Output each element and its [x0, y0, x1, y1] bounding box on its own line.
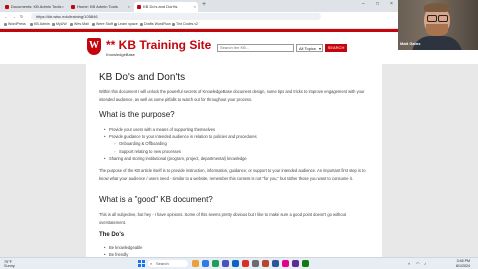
clock-time: 3:45 PM — [456, 259, 470, 263]
presenter-name: Matt Gains — [400, 41, 421, 46]
article-title: KB Do's and Don'ts — [99, 72, 186, 83]
bookmark-item[interactable]: Drafts WordFlow — [140, 22, 171, 26]
tab-label: Documents: KB Admin Tools — [11, 4, 62, 9]
powerpoint-icon[interactable] — [262, 260, 269, 267]
bookmark-label: WordPress — [8, 22, 26, 26]
bookmark-label: Learn space — [118, 22, 138, 26]
chrome-icon[interactable] — [242, 260, 249, 267]
bookmark-item[interactable]: Wes Mail — [70, 22, 89, 26]
reload-icon[interactable]: ↻ — [20, 14, 23, 19]
bookmark-label: Were Stuff — [96, 22, 113, 26]
glasses-right — [438, 15, 448, 22]
clock-date: 8/1/2024 — [456, 263, 470, 268]
back-icon[interactable]: ← — [4, 14, 8, 19]
file-explorer-icon[interactable] — [192, 260, 199, 267]
excel-icon[interactable] — [212, 260, 219, 267]
glasses-left — [427, 15, 437, 22]
kb-search-input[interactable] — [217, 44, 294, 52]
bookmark-item[interactable]: Were Stuff — [92, 22, 113, 26]
bookmark-icon — [70, 22, 73, 26]
good-doc-heading: What is a "good" KB document? — [99, 195, 213, 204]
onenote-icon[interactable] — [292, 260, 299, 267]
bookmark-icon — [92, 22, 95, 26]
list-item: Onboarding & Offboarding — [114, 141, 167, 146]
bookmark-icon — [30, 22, 33, 26]
windows-start-icon[interactable] — [138, 260, 145, 267]
close-window-button[interactable]: × — [390, 1, 393, 7]
app-icon[interactable] — [282, 260, 289, 267]
search-button[interactable]: SEARCH — [325, 44, 347, 52]
settings-icon[interactable] — [252, 260, 259, 267]
search-icon: ⌕ — [150, 261, 153, 266]
tab-documents[interactable]: Documents: KB Admin Tools × — [2, 2, 66, 12]
kb-favicon-icon — [5, 5, 9, 9]
minimize-button[interactable]: – — [362, 1, 365, 7]
bookmark-item[interactable]: WordPress — [4, 22, 26, 26]
kb-favicon-icon — [71, 5, 75, 9]
site-title[interactable]: ** KB Training Site — [106, 38, 211, 52]
taskbar-search[interactable]: ⌕ Search — [148, 260, 188, 267]
uw-crest-logo[interactable]: W — [87, 38, 101, 55]
tab-kb-dos-donts[interactable]: KB Do's and Don'ts × — [134, 2, 198, 12]
weather-widget[interactable]: 75°F Sunny — [4, 260, 15, 268]
topics-select[interactable]: All Topics ▾ — [296, 44, 323, 52]
close-tab-icon[interactable]: × — [194, 2, 196, 12]
bookmark-icon — [172, 22, 175, 26]
app-icon[interactable] — [302, 260, 309, 267]
dos-heading: The Do's — [99, 232, 125, 238]
taskbar-clock[interactable]: 3:45 PM 8/1/2024 — [456, 259, 470, 268]
bookmark-item[interactable]: MyUW — [52, 22, 67, 26]
word-icon[interactable] — [272, 260, 279, 267]
bookmark-label: MyUW — [56, 22, 67, 26]
new-tab-button[interactable]: + — [202, 1, 206, 8]
list-item: Support relating to new processes — [114, 149, 181, 154]
purpose-paragraph: The purpose of the KB article itself is … — [99, 168, 366, 181]
topics-select-value: All Topics — [299, 46, 316, 51]
chevron-down-icon: ▾ — [318, 46, 321, 51]
intro-paragraph: Within this document I will unlock the p… — [99, 89, 365, 102]
taskbar-search-label: Search — [156, 261, 169, 266]
windows-taskbar: 75°F Sunny ⌕ Search ˄ ◠ ♪ 3:45 PM 8/1/2024 — [0, 257, 478, 269]
maximize-button[interactable]: □ — [376, 1, 379, 7]
tab-label: KB Do's and Don'ts — [143, 4, 178, 9]
bookmark-icon — [4, 22, 7, 26]
chevron-up-icon[interactable]: ˄ — [408, 261, 410, 266]
kb-favicon-icon — [137, 5, 141, 9]
list-item: Sharing and storing institutional (progr… — [104, 156, 247, 161]
bookmark-icon — [140, 22, 143, 26]
bookmark-label: KB Admin — [34, 22, 50, 26]
close-tab-icon[interactable]: × — [62, 2, 64, 12]
close-tab-icon[interactable]: × — [128, 2, 130, 12]
bookmark-icon — [52, 22, 55, 26]
list-item: Provide your users with a means of suppo… — [104, 127, 215, 132]
teams-icon[interactable] — [222, 260, 229, 267]
tab-label: Home: KB Admin Tools — [77, 4, 118, 9]
bookmark-label: Tint Codes v2 — [176, 22, 199, 26]
tab-home[interactable]: Home: KB Admin Tools × — [68, 2, 132, 12]
purpose-heading: What is the purpose? — [99, 110, 175, 119]
wifi-icon[interactable]: ◠ — [416, 261, 420, 266]
bookmark-icon — [114, 22, 117, 26]
bookmark-item[interactable]: Tint Codes v2 — [172, 22, 198, 26]
bookmark-label: Wes Mail — [74, 22, 89, 26]
site-subtitle: KnowledgeBase — [106, 52, 135, 57]
presenter-beard — [426, 24, 448, 36]
list-item: Be knowledgeable — [104, 245, 143, 250]
volume-icon[interactable]: ♪ — [424, 261, 426, 266]
outlook-icon[interactable] — [232, 260, 239, 267]
presenter-hair — [424, 3, 450, 12]
edge-icon[interactable] — [202, 260, 209, 267]
bookmark-item[interactable]: Learn space — [114, 22, 138, 26]
weather-desc: Sunny — [4, 264, 15, 268]
forward-icon[interactable]: → — [12, 14, 16, 19]
good-doc-paragraph: This is all subjective, but hey - I have… — [99, 212, 346, 225]
bookmark-item[interactable]: KB Admin — [30, 22, 50, 26]
url-field[interactable]: https://kb.wisc.edu/training/105846 — [31, 13, 321, 20]
bookmark-label: Drafts WordFlow — [144, 22, 171, 26]
list-item: Provide guidance to your intended audien… — [104, 134, 257, 139]
